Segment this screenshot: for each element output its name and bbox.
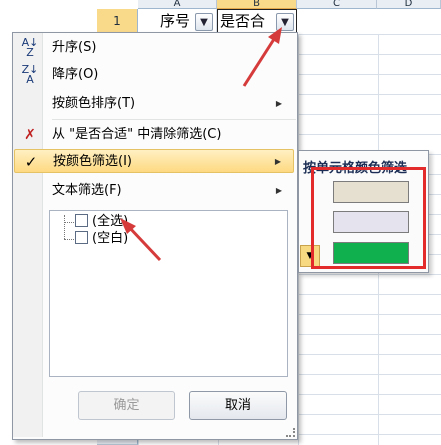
- annotation-arrow-to-checkbox-list: [120, 218, 162, 262]
- annotation-arrow-to-filter-button: [242, 27, 282, 87]
- annotation-arrows: [120, 27, 282, 262]
